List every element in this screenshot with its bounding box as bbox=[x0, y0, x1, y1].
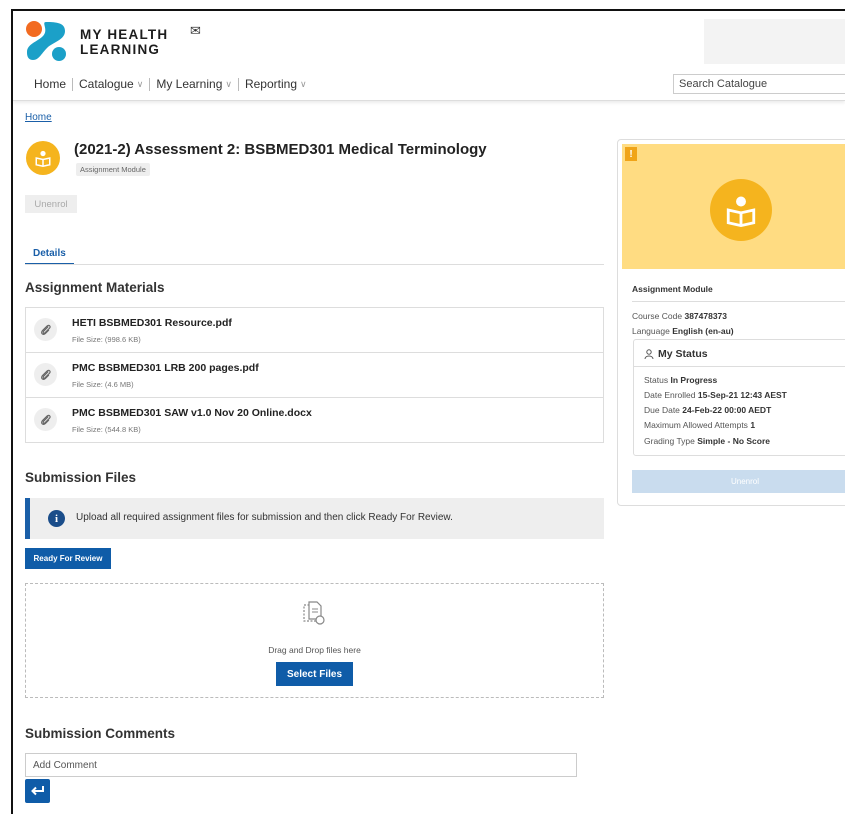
nav-my-learning-label: My Learning bbox=[156, 77, 223, 91]
nav-reporting[interactable]: Reporting ∨ bbox=[239, 77, 313, 91]
select-files-button[interactable]: Select Files bbox=[276, 662, 353, 686]
header-user-area bbox=[704, 19, 845, 64]
material-item[interactable]: HETI BSBMED301 Resource.pdf File Size: (… bbox=[26, 308, 603, 353]
course-info-card: ! Assignment Module Course Code 38747837… bbox=[617, 139, 845, 506]
nav-catalogue-label: Catalogue bbox=[79, 77, 134, 91]
status-value: In Progress bbox=[670, 375, 718, 385]
grading-type-row: Grading Type Simple - No Score bbox=[644, 436, 770, 446]
status-label: Status bbox=[644, 375, 669, 385]
breadcrumb-home[interactable]: Home bbox=[25, 112, 52, 123]
material-size: File Size: (544.8 KB) bbox=[72, 425, 141, 434]
upload-files-icon bbox=[303, 601, 325, 625]
user-icon bbox=[644, 349, 654, 359]
language-value: English (en-au) bbox=[672, 326, 734, 336]
max-attempts-row: Maximum Allowed Attempts 1 bbox=[644, 420, 755, 430]
my-status-panel: My Status Status In Progress Date Enroll… bbox=[633, 339, 845, 456]
status-divider bbox=[634, 366, 845, 367]
material-size: File Size: (998.6 KB) bbox=[72, 335, 141, 344]
mail-icon[interactable]: ✉ bbox=[190, 23, 201, 39]
date-enrolled-value: 15-Sep-21 12:43 AEST bbox=[697, 390, 787, 400]
nav-my-learning[interactable]: My Learning ∨ bbox=[150, 77, 238, 91]
status-row: Status In Progress bbox=[644, 375, 717, 385]
submit-comment-button[interactable] bbox=[25, 779, 50, 803]
language-row: Language English (en-au) bbox=[632, 326, 734, 336]
info-text: Upload all required assignment files for… bbox=[76, 512, 453, 523]
paperclip-icon bbox=[34, 408, 57, 431]
nav-reporting-label: Reporting bbox=[244, 77, 297, 91]
tab-details[interactable]: Details bbox=[25, 248, 74, 265]
language-label: Language bbox=[632, 326, 670, 336]
my-status-label: My Status bbox=[658, 348, 708, 360]
app-window: MY HEALTH LEARNING ✉ Home Catalogue ∨ My … bbox=[11, 9, 845, 814]
my-status-title: My Status bbox=[644, 348, 708, 360]
grading-type-label: Grading Type bbox=[644, 436, 695, 446]
ready-for-review-button[interactable]: Ready For Review bbox=[25, 548, 111, 569]
nav-catalogue[interactable]: Catalogue ∨ bbox=[73, 77, 149, 91]
submission-comments-heading: Submission Comments bbox=[25, 726, 176, 741]
site-header: MY HEALTH LEARNING ✉ Home Catalogue ∨ My … bbox=[13, 11, 845, 101]
module-type-chip: Assignment Module bbox=[76, 163, 150, 176]
reader-icon bbox=[726, 196, 756, 227]
assignment-module-large-icon bbox=[710, 179, 772, 241]
course-code-label: Course Code bbox=[632, 311, 683, 321]
submission-files-heading: Submission Files bbox=[25, 470, 137, 485]
course-code-row: Course Code 387478373 bbox=[632, 311, 727, 321]
due-date-row: Due Date 24-Feb-22 00:00 AEDT bbox=[644, 405, 771, 415]
course-code-value: 387478373 bbox=[684, 311, 728, 321]
assignment-module-icon bbox=[26, 141, 60, 175]
paperclip-icon bbox=[34, 318, 57, 341]
brand-name: MY HEALTH LEARNING bbox=[80, 27, 168, 57]
material-name[interactable]: PMC BSBMED301 LRB 200 pages.pdf bbox=[72, 362, 259, 374]
assignment-materials-heading: Assignment Materials bbox=[25, 280, 165, 295]
paperclip-icon bbox=[34, 363, 57, 386]
search-catalogue-input[interactable] bbox=[673, 74, 845, 94]
max-attempts-value: 1 bbox=[750, 420, 756, 430]
material-size: File Size: (4.6 MB) bbox=[72, 380, 134, 389]
alert-flag-icon: ! bbox=[625, 147, 637, 161]
card-divider bbox=[632, 301, 845, 302]
tab-divider bbox=[25, 264, 604, 265]
grading-type-value: Simple - No Score bbox=[697, 436, 771, 446]
chevron-down-icon: ∨ bbox=[300, 78, 307, 89]
card-banner: ! bbox=[622, 144, 845, 269]
file-dropzone[interactable]: Drag and Drop files here Select Files bbox=[25, 583, 604, 698]
due-date-value: 24-Feb-22 00:00 AEDT bbox=[682, 405, 772, 415]
reader-icon bbox=[35, 150, 51, 167]
material-item[interactable]: PMC BSBMED301 SAW v1.0 Nov 20 Online.doc… bbox=[26, 398, 603, 442]
max-attempts-label: Maximum Allowed Attempts bbox=[644, 420, 748, 430]
comment-input[interactable] bbox=[25, 753, 577, 777]
dropzone-text: Drag and Drop files here bbox=[268, 645, 361, 655]
page-title: (2021-2) Assessment 2: BSBMED301 Medical… bbox=[74, 141, 487, 158]
card-module-type: Assignment Module bbox=[632, 284, 713, 294]
info-alert: i Upload all required assignment files f… bbox=[25, 498, 604, 539]
nav-home-label: Home bbox=[34, 77, 67, 91]
material-item[interactable]: PMC BSBMED301 LRB 200 pages.pdf File Siz… bbox=[26, 353, 603, 398]
brand-line-1: MY HEALTH bbox=[80, 27, 169, 42]
material-name[interactable]: PMC BSBMED301 SAW v1.0 Nov 20 Online.doc… bbox=[72, 407, 312, 419]
enter-arrow-icon bbox=[30, 786, 44, 796]
main-nav: Home Catalogue ∨ My Learning ∨ Reporting ∨ bbox=[34, 77, 313, 91]
date-enrolled-label: Date Enrolled bbox=[644, 390, 696, 400]
chevron-down-icon: ∨ bbox=[225, 78, 232, 89]
materials-list: HETI BSBMED301 Resource.pdf File Size: (… bbox=[25, 307, 604, 443]
chevron-down-icon: ∨ bbox=[136, 78, 144, 89]
unenrol-button[interactable]: Unenrol bbox=[25, 195, 77, 213]
brand-line-2: LEARNING bbox=[80, 42, 161, 57]
due-date-label: Due Date bbox=[644, 405, 680, 415]
nav-home[interactable]: Home bbox=[34, 77, 72, 91]
my-health-learning-logo[interactable] bbox=[25, 20, 67, 62]
card-unenrol-button[interactable]: Unenrol bbox=[632, 470, 845, 493]
date-enrolled-row: Date Enrolled 15-Sep-21 12:43 AEST bbox=[644, 390, 787, 400]
material-name[interactable]: HETI BSBMED301 Resource.pdf bbox=[72, 317, 232, 329]
info-icon: i bbox=[48, 510, 65, 527]
